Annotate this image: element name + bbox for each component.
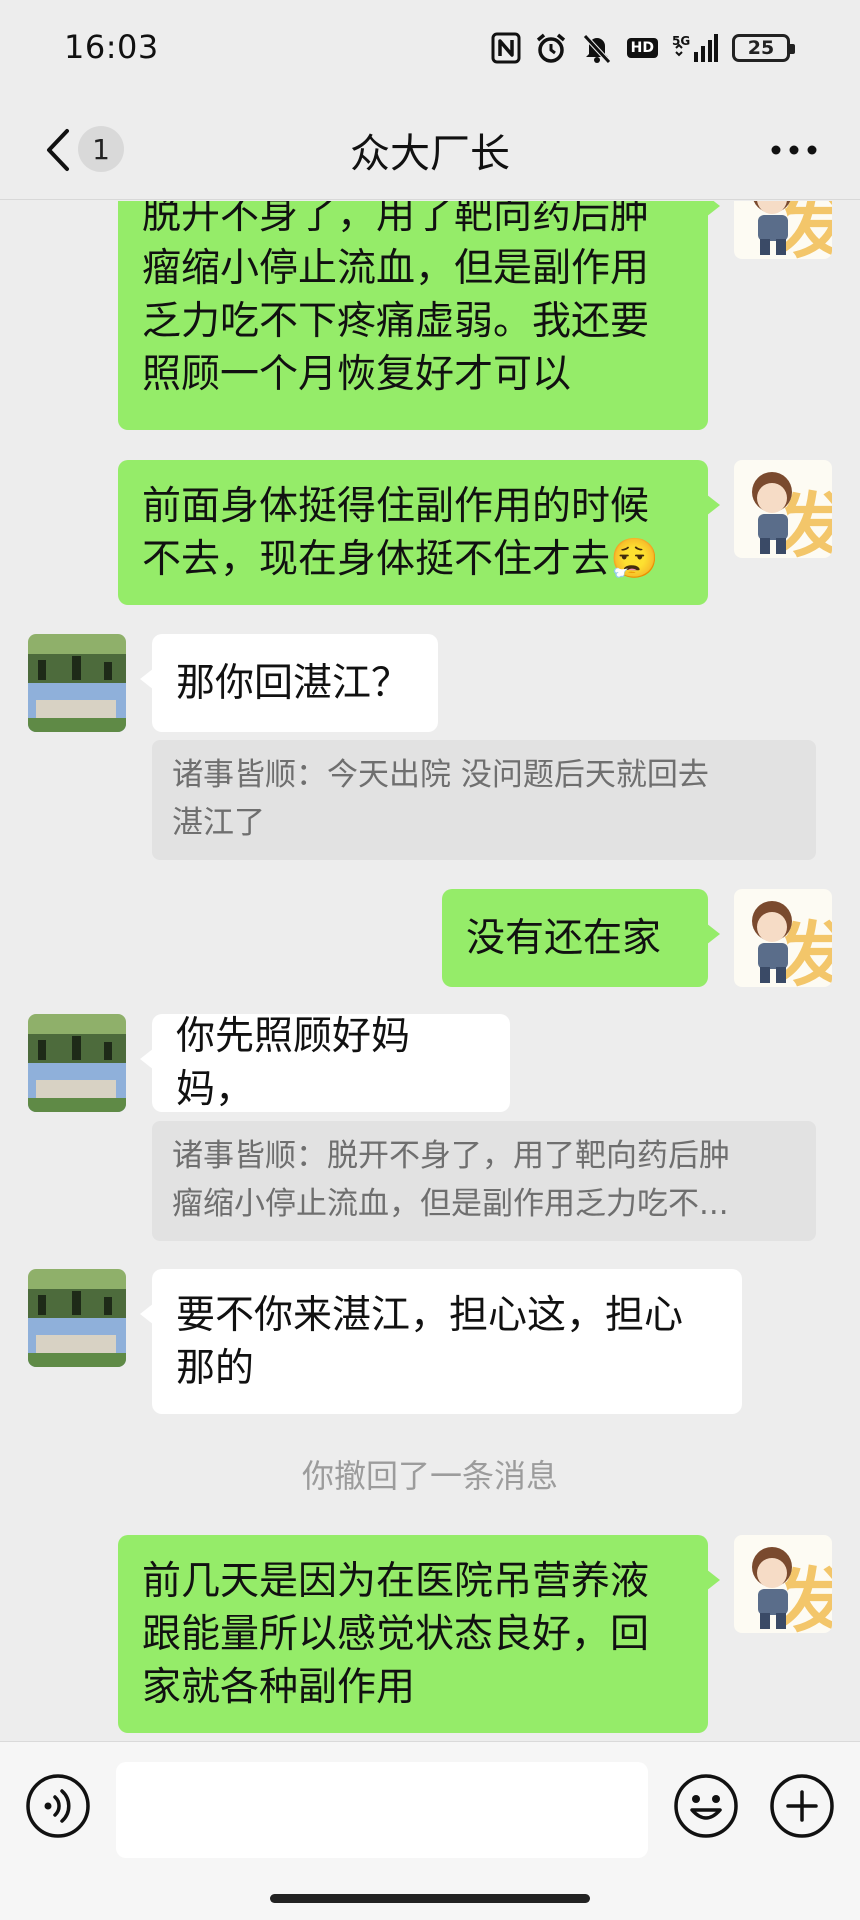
recall-notice: 你撤回了一条消息 <box>301 1457 558 1495</box>
alarm-icon <box>535 32 567 64</box>
message-line: 乏力吃不下疼痛虚弱。我还要 <box>142 299 650 344</box>
contact-avatar[interactable] <box>28 634 126 732</box>
more-functions-button[interactable] <box>768 1772 836 1840</box>
voice-button[interactable] <box>24 1772 92 1840</box>
nfc-icon <box>491 32 521 64</box>
status-icons: HD 5G 25 <box>491 28 795 68</box>
mute-icon <box>581 32 613 64</box>
sighing-face-emoji: 😮‍💨 <box>610 536 659 582</box>
plus-icon <box>770 1774 834 1838</box>
emoji-button[interactable] <box>672 1772 740 1840</box>
status-time: 16:03 <box>64 28 159 66</box>
quote-line: 瘤缩小停止流血，但是副作用乏力吃不... <box>172 1186 729 1222</box>
message-line: 瘤缩小停止流血，但是副作用 <box>142 246 650 291</box>
contact-message-bubble[interactable]: 那你回湛江？ <box>140 634 438 732</box>
message-line: 要不你来湛江，担心这，担心 <box>176 1292 684 1338</box>
my-message-bubble[interactable]: 前几天是因为在医院吊营养液 跟能量所以感觉状态良好，回 家就各种副作用 <box>118 1535 720 1733</box>
status-bar: 16:03 HD 5G 25 <box>0 0 860 100</box>
chat-header: 1 众大厂长 <box>0 100 860 200</box>
contact-message-bubble[interactable]: 要不你来湛江，担心这，担心 那的 <box>140 1269 742 1414</box>
home-indicator[interactable] <box>270 1894 590 1903</box>
message-line: 那你回湛江？ <box>176 660 411 706</box>
my-message-bubble[interactable]: 前面身体挺得住副作用的时候 不去，现在身体挺不住才去😮‍💨 <box>118 460 720 605</box>
unread-badge[interactable]: 1 <box>78 126 124 172</box>
message-line: 照顾一个月恢复好才可以 <box>142 352 572 397</box>
message-line: 没有还在家 <box>466 915 662 961</box>
battery-icon: 25 <box>732 34 795 62</box>
hd-icon: HD <box>626 38 658 58</box>
my-message-bubble[interactable]: 脱开不身了，用了靶向药后肿 瘤缩小停止流血，但是副作用 乏力吃不下疼痛虚弱。我还… <box>118 201 720 430</box>
quoted-message[interactable]: 诸事皆顺：脱开不身了，用了靶向药后肿 瘤缩小停止流血，但是副作用乏力吃不... <box>152 1121 816 1241</box>
my-avatar[interactable]: 发 <box>734 201 832 259</box>
back-chevron-icon <box>47 129 69 171</box>
message-line: 前面身体挺得住副作用的时候 <box>142 483 650 529</box>
signal-icon: 5G <box>672 32 718 64</box>
message-line: 前几天是因为在医院吊营养液 <box>142 1558 650 1604</box>
voice-icon <box>26 1774 90 1838</box>
message-line: 家就各种副作用 <box>142 1664 416 1710</box>
emoji-icon <box>674 1774 738 1838</box>
contact-avatar[interactable] <box>28 1269 126 1367</box>
contact-avatar[interactable] <box>28 1014 126 1112</box>
my-message-bubble[interactable]: 没有还在家 <box>442 889 720 987</box>
my-avatar[interactable]: 发 <box>734 1535 832 1633</box>
quote-line: 诸事皆顺：今天出院 没问题后天就回去 <box>172 757 709 793</box>
my-avatar[interactable]: 发 <box>734 460 832 558</box>
message-line: 跟能量所以感觉状态良好，回 <box>142 1611 650 1657</box>
quoted-message[interactable]: 诸事皆顺：今天出院 没问题后天就回去 湛江了 <box>152 740 816 860</box>
message-line: 那的 <box>176 1345 255 1391</box>
contact-message-bubble[interactable]: 你先照顾好妈妈， <box>140 1014 510 1112</box>
message-line: 不去，现在身体挺不住才去 <box>142 536 611 582</box>
message-line: 脱开不身了，用了靶向药后肿 <box>142 201 650 238</box>
quote-line: 诸事皆顺：脱开不身了，用了靶向药后肿 <box>172 1138 730 1174</box>
input-bar <box>0 1741 860 1920</box>
chat-area[interactable]: 发 脱开不身了，用了靶向药后肿 瘤缩小停止流血，但是副作用 乏力吃不下疼痛虚弱。… <box>0 201 860 1741</box>
more-button[interactable] <box>764 126 824 174</box>
quote-line: 湛江了 <box>172 805 265 841</box>
message-line: 你先照顾好妈妈， <box>176 1014 411 1112</box>
more-icon <box>771 145 817 155</box>
message-input[interactable] <box>116 1762 648 1858</box>
my-avatar[interactable]: 发 <box>734 889 832 987</box>
chat-title: 众大厂长 <box>350 131 510 177</box>
